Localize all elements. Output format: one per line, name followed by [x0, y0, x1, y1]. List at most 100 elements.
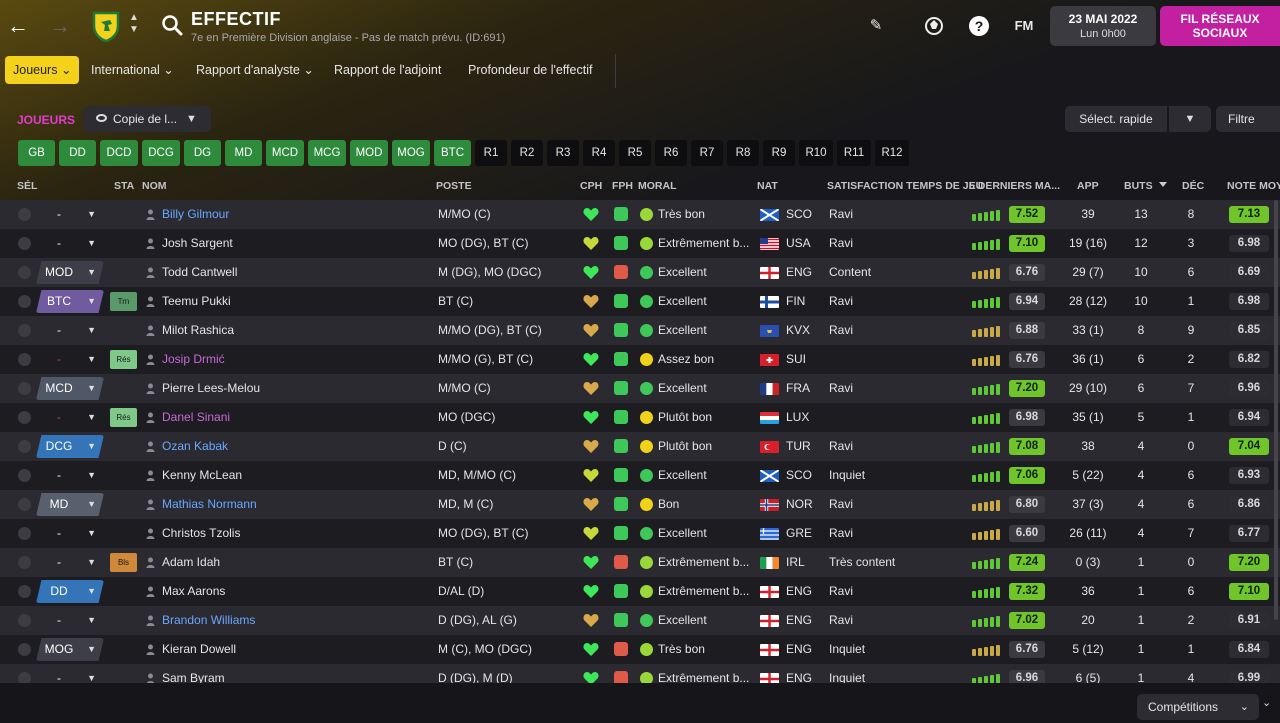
position-filter-btc[interactable]: BTC — [434, 140, 471, 166]
player-name[interactable]: Pierre Lees-Melou — [162, 374, 430, 403]
col-sta[interactable]: STA — [114, 180, 134, 192]
select-checkbox[interactable] — [18, 266, 31, 279]
filter-button[interactable]: Filtre — [1216, 106, 1280, 132]
position-filter-r9[interactable]: R9 — [763, 140, 795, 166]
table-row[interactable]: MD ▼ Mathias Normann MD, M (C) Bon NOR Ravi 6.8… — [0, 490, 1280, 519]
table-row[interactable]: BTC ▼ Trn Teemu Pukki BT (C) Excellent FIN Ravi… — [0, 287, 1280, 316]
table-row[interactable]: - ▼ Sam Byram D (DG), M (D) Extrêmement b...… — [0, 664, 1280, 683]
select-checkbox[interactable] — [18, 353, 31, 366]
tab-profondeur[interactable]: Profondeur de l'effectif — [468, 56, 592, 84]
help-icon[interactable]: ? — [967, 14, 991, 38]
select-checkbox[interactable] — [18, 208, 31, 221]
col-satisfaction[interactable]: SATISFACTION TEMPS DE JEU — [827, 180, 983, 192]
position-filter-r4[interactable]: R4 — [583, 140, 615, 166]
chevron-down-icon[interactable]: ▼ — [186, 106, 197, 132]
table-row[interactable]: MOD ▼ Todd Cantwell M (DG), MO (DGC) Excelle… — [0, 258, 1280, 287]
selection-dropdown[interactable]: BTC ▼ — [36, 290, 104, 313]
selection-dropdown[interactable]: - ▼ — [36, 203, 104, 226]
forward-arrow-icon[interactable]: → — [46, 12, 74, 40]
selection-dropdown[interactable]: - ▼ — [36, 464, 104, 487]
player-name[interactable]: Josip Drmić — [162, 345, 430, 374]
position-filter-r10[interactable]: R10 — [799, 140, 833, 166]
quick-select-button[interactable]: Sélect. rapide — [1065, 106, 1167, 132]
table-row[interactable]: - ▼ Billy Gilmour M/MO (C) Très bon SCO Ravi 7.… — [0, 200, 1280, 229]
competitions-select[interactable]: Compétitions ⌄ — [1137, 694, 1259, 720]
table-row[interactable]: - ▼ Milot Rashica M/MO (DG), BT (C) Excellen… — [0, 316, 1280, 345]
table-row[interactable]: - ▼ Rés Danel Sinani MO (DGC) Plutôt bon LUX 6.… — [0, 403, 1280, 432]
col-sel[interactable]: SÉL — [17, 180, 37, 192]
table-row[interactable]: - ▼ Christos Tzolis MO (DG), BT (C) Excellen… — [0, 519, 1280, 548]
col-fph[interactable]: FPH — [612, 180, 633, 192]
player-name[interactable]: Todd Cantwell — [162, 258, 430, 287]
col-app[interactable]: APP — [1077, 180, 1099, 192]
col-cph[interactable]: CPH — [580, 180, 602, 192]
table-row[interactable]: - ▼ Rés Josip Drmić M/MO (G), BT (C) Assez bo… — [0, 345, 1280, 374]
select-checkbox[interactable] — [18, 672, 31, 683]
selection-dropdown[interactable]: MCD ▼ — [36, 377, 104, 400]
position-filter-r2[interactable]: R2 — [511, 140, 543, 166]
table-row[interactable]: - ▼ Kenny McLean MD, M/MO (C) Excellent SCO In… — [0, 461, 1280, 490]
selection-dropdown[interactable]: - ▼ — [36, 551, 104, 574]
col-moral[interactable]: MORAL — [638, 180, 677, 192]
edit-pencil-icon[interactable]: ✎ — [864, 14, 888, 38]
select-checkbox[interactable] — [18, 556, 31, 569]
player-name[interactable]: Milot Rashica — [162, 316, 430, 345]
position-filter-r3[interactable]: R3 — [547, 140, 579, 166]
player-name[interactable]: Teemu Pukki — [162, 287, 430, 316]
table-row[interactable]: - ▼ Brandon Williams D (DG), AL (G) Excellen… — [0, 606, 1280, 635]
player-name[interactable]: Ozan Kabak — [162, 432, 430, 461]
social-feed-button[interactable]: FIL RÉSEAUX SOCIAUX — [1160, 6, 1280, 46]
select-checkbox[interactable] — [18, 585, 31, 598]
player-name[interactable]: Adam Idah — [162, 548, 430, 577]
tab-international[interactable]: International ⌄ — [91, 56, 174, 84]
fm-logo-icon[interactable]: FM — [1012, 14, 1036, 38]
select-checkbox[interactable] — [18, 324, 31, 337]
position-filter-mcg[interactable]: MCG — [308, 140, 346, 166]
more-chevron-icon[interactable]: ⌄ — [1262, 696, 1271, 709]
game-date[interactable]: 23 MAI 2022 Lun 0h00 — [1050, 6, 1156, 46]
back-arrow-icon[interactable]: ← — [4, 12, 32, 40]
position-filter-dg[interactable]: DG — [184, 140, 221, 166]
club-switch-icon[interactable]: ▲ ▼ — [128, 12, 140, 40]
selection-dropdown[interactable]: - ▼ — [36, 522, 104, 545]
select-checkbox[interactable] — [18, 643, 31, 656]
position-filter-r6[interactable]: R6 — [655, 140, 687, 166]
position-filter-r11[interactable]: R11 — [837, 140, 871, 166]
position-filter-r1[interactable]: R1 — [475, 140, 507, 166]
selection-dropdown[interactable]: - ▼ — [36, 406, 104, 429]
player-name[interactable]: Mathias Normann — [162, 490, 430, 519]
table-row[interactable]: - ▼ Josh Sargent MO (DG), BT (C) Extrêmement… — [0, 229, 1280, 258]
selection-dropdown[interactable]: MD ▼ — [36, 493, 104, 516]
position-filter-md[interactable]: MD — [225, 140, 262, 166]
tab-rapport-analyste[interactable]: Rapport d'analyste ⌄ — [196, 56, 314, 84]
select-checkbox[interactable] — [18, 469, 31, 482]
position-filter-mod[interactable]: MOD — [350, 140, 388, 166]
col-dec[interactable]: DÉC — [1182, 180, 1204, 192]
selection-dropdown[interactable]: MOG ▼ — [36, 638, 104, 661]
select-checkbox[interactable] — [18, 237, 31, 250]
position-filter-mog[interactable]: MOG — [392, 140, 430, 166]
search-icon[interactable] — [160, 13, 184, 37]
selection-dropdown[interactable]: DCG ▼ — [36, 435, 104, 458]
position-filter-r7[interactable]: R7 — [691, 140, 723, 166]
table-row[interactable]: MOG ▼ Kieran Dowell M (C), MO (DGC) Très bon… — [0, 635, 1280, 664]
player-name[interactable]: Sam Byram — [162, 664, 430, 683]
table-row[interactable]: - ▼ Bls Adam Idah BT (C) Extrêmement b... IRL T… — [0, 548, 1280, 577]
col-last5[interactable]: 5 DERNIERS MA... — [969, 180, 1060, 192]
position-filter-dcg[interactable]: DCG — [142, 140, 180, 166]
player-name[interactable]: Max Aarons — [162, 577, 430, 606]
select-checkbox[interactable] — [18, 498, 31, 511]
club-badge-icon[interactable] — [90, 10, 122, 42]
ball-icon[interactable] — [922, 14, 946, 38]
quick-select-chevron-icon[interactable]: ▼ — [1169, 106, 1211, 132]
selection-dropdown[interactable]: - ▼ — [36, 232, 104, 255]
position-filter-r12[interactable]: R12 — [875, 140, 909, 166]
table-row[interactable]: DCG ▼ Ozan Kabak D (C) Plutôt bon TUR Ravi 7.08… — [0, 432, 1280, 461]
player-name[interactable]: Christos Tzolis — [162, 519, 430, 548]
player-name[interactable]: Billy Gilmour — [162, 200, 430, 229]
select-checkbox[interactable] — [18, 440, 31, 453]
selection-dropdown[interactable]: DD ▼ — [36, 580, 104, 603]
tab-rapport-adjoint[interactable]: Rapport de l'adjoint — [334, 56, 441, 84]
table-row[interactable]: MCD ▼ Pierre Lees-Melou M/MO (C) Excellent FR… — [0, 374, 1280, 403]
position-filter-dcd[interactable]: DCD — [100, 140, 138, 166]
